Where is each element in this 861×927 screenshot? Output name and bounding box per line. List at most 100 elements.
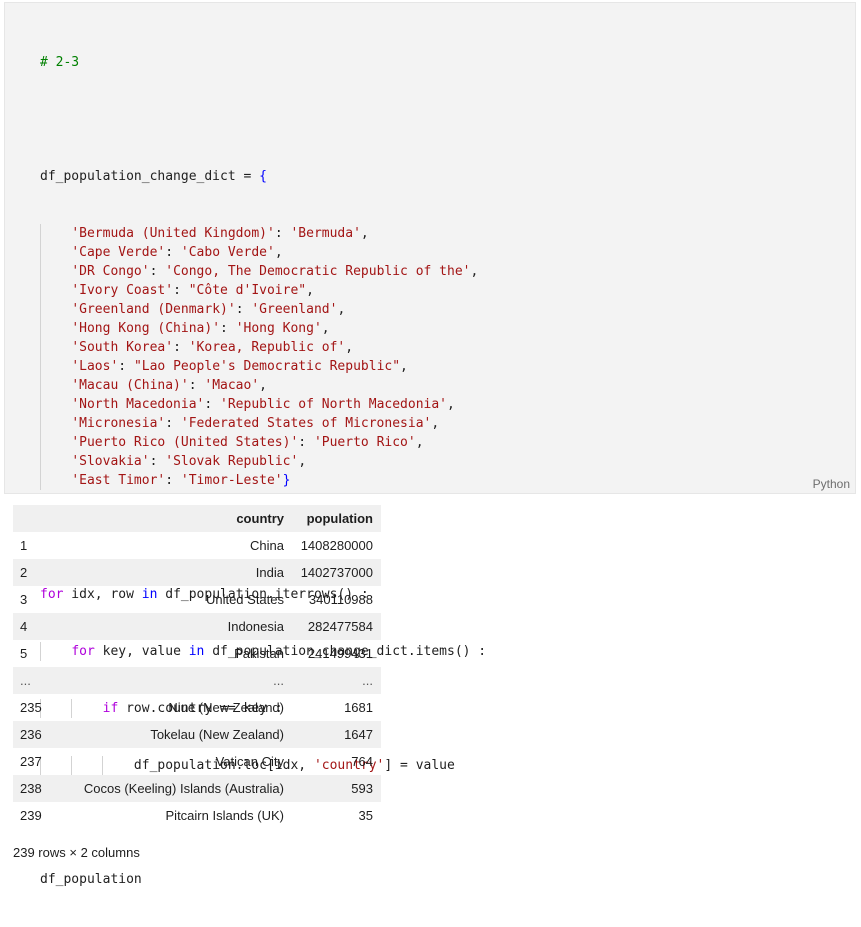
cell-country: United States (205, 592, 284, 607)
dict-key: 'DR Congo' (71, 264, 150, 279)
table-row: 236 Tokelau (New Zealand) 1647 (13, 721, 381, 748)
code-line: df_population_change_dict = { (40, 169, 267, 184)
dict-key: 'Ivory Coast' (71, 283, 174, 298)
column-header-country: country (56, 505, 287, 532)
dict-entry-line: 'North Macedonia': 'Republic of North Ma… (40, 395, 486, 414)
dict-entry-line: 'Greenland (Denmark)': 'Greenland', (40, 300, 486, 319)
row-index: 3 (20, 592, 28, 607)
column-header-population: population (287, 505, 381, 532)
assign-rest: ] = value (384, 758, 455, 773)
dict-name: df_population_change_dict (40, 169, 236, 184)
cell-country: China (250, 538, 284, 553)
dict-value: "Lao People's Democratic Republic" (133, 359, 401, 374)
dict-entry-line: 'Micronesia': 'Federated States of Micro… (40, 414, 486, 433)
dict-entry-line: 'DR Congo': 'Congo, The Democratic Repub… (40, 262, 486, 281)
dict-key: 'Puerto Rico (United States)' (71, 435, 299, 450)
cell-country: Tokelau (New Zealand) (56, 721, 287, 748)
code-line: # 2-3 (40, 53, 486, 72)
cell-population: 282477584 (287, 613, 381, 640)
cell-population: 35 (358, 808, 373, 823)
dict-entry-line: 'Macau (China)': 'Macao', (40, 376, 486, 395)
dict-key: 'North Macedonia' (71, 397, 205, 412)
dict-entry-line: 'Bermuda (United Kingdom)': 'Bermuda', (40, 224, 486, 243)
dict-entry-line: 'Slovakia': 'Slovak Republic', (40, 452, 486, 471)
language-label[interactable]: Python (813, 477, 850, 491)
table-row: 237 Vatican City 764 (13, 748, 381, 775)
cell-country: India (56, 559, 287, 586)
cell-population: 340110988 (308, 592, 373, 607)
row-index: ... (13, 667, 56, 694)
dict-key: 'Macau (China)' (71, 378, 189, 393)
table-summary: 239 rows × 2 columns (13, 845, 140, 860)
dict-entry-line: 'South Korea': 'Korea, Republic of', (40, 338, 486, 357)
row-index: 239 (20, 808, 42, 823)
cell-population: 593 (287, 775, 381, 802)
dict-key: 'Bermuda (United Kingdom)' (71, 226, 275, 241)
dict-entry-line: 'Puerto Rico (United States)': 'Puerto R… (40, 433, 486, 452)
table-row: ......... (13, 667, 381, 694)
cell-country: Cocos (Keeling) Islands (Australia) (56, 775, 287, 802)
cell-country: Niue (New Zealand) (168, 700, 284, 715)
dataframe-output: country population 1 China 1408280000 2 Indi… (13, 505, 381, 829)
dict-key: 'Micronesia' (71, 416, 166, 431)
row-index: 2 (13, 559, 56, 586)
dict-key: 'Laos' (71, 359, 119, 374)
row-index: 238 (13, 775, 56, 802)
dict-value: 'Greenland' (251, 302, 338, 317)
dict-value: 'Federated States of Micronesia' (180, 416, 432, 431)
row-index: 237 (20, 754, 42, 769)
dict-entry-line: 'Hong Kong (China)': 'Hong Kong', (40, 319, 486, 338)
dict-value: 'Cabo Verde' (180, 245, 275, 260)
dict-entry-line: 'Cape Verde': 'Cabo Verde', (40, 243, 486, 262)
table-row: 238 Cocos (Keeling) Islands (Australia) 59… (13, 775, 381, 802)
table-row: 1 China 1408280000 (13, 532, 381, 559)
output-expression: df_population (40, 872, 142, 887)
dict-value: 'Puerto Rico' (313, 435, 416, 450)
row-index: 236 (13, 721, 56, 748)
table-row: 4 Indonesia 282477584 (13, 613, 381, 640)
cell-population: 1681 (344, 700, 373, 715)
cell-population: 241499431 (307, 646, 373, 661)
dict-value: 'Congo, The Democratic Republic of the' (165, 264, 471, 279)
cell-population: 1647 (287, 721, 381, 748)
dict-key: 'Cape Verde' (71, 245, 166, 260)
row-index: 235 (20, 700, 42, 715)
code-cell[interactable]: # 2-3 df_population_change_dict = { 'Ber… (4, 2, 856, 887)
dict-value: 'Hong Kong' (235, 321, 322, 336)
row-index: 4 (13, 613, 56, 640)
dict-value: 'Slovak Republic' (165, 454, 299, 469)
dict-value: "Côte d'Ivoire" (188, 283, 307, 298)
dict-entries: 'Bermuda (United Kingdom)': 'Bermuda', '… (40, 224, 486, 490)
cell-population: ... (287, 667, 381, 694)
dict-entry-line: 'Laos': "Lao People's Democratic Republi… (40, 357, 486, 376)
cell-country: Pakistan (234, 646, 284, 661)
row-index: 5 (20, 646, 28, 661)
cell-population: 764 (351, 754, 373, 769)
row-index: 1 (20, 538, 28, 553)
column-header-index (13, 505, 56, 532)
code-line: df_population (40, 870, 486, 889)
dict-key: 'South Korea' (71, 340, 174, 355)
cell-population: 1402737000 (287, 559, 381, 586)
dict-entry-line: 'Ivory Coast': "Côte d'Ivoire", (40, 281, 486, 300)
table-row: 239 Pitcairn Islands (UK) 35 (13, 802, 381, 829)
dict-value: 'Bermuda' (290, 226, 361, 241)
table-row: 5 Pakistan 241499431 (13, 640, 381, 667)
table-row: 2 India 1402737000 (13, 559, 381, 586)
cell-population: 1408280000 (300, 538, 373, 553)
cell-country: Indonesia (56, 613, 287, 640)
dict-key: 'East Timor' (71, 473, 166, 488)
dict-value: 'Republic of North Macedonia' (220, 397, 448, 412)
table-row: 3 United States 340110988 (13, 586, 381, 613)
dict-key: 'Greenland (Denmark)' (71, 302, 236, 317)
dict-value: 'Korea, Republic of' (188, 340, 346, 355)
cell-country: ... (56, 667, 287, 694)
dict-value: 'Timor-Leste' (180, 473, 283, 488)
code-comment: # 2-3 (40, 55, 80, 70)
dict-key: 'Slovakia' (71, 454, 150, 469)
dict-key: 'Hong Kong (China)' (71, 321, 221, 336)
dict-entry-line: 'East Timor': 'Timor-Leste'} (40, 471, 486, 490)
table-header-row: country population (13, 505, 381, 532)
cell-country: Vatican City (215, 754, 284, 769)
